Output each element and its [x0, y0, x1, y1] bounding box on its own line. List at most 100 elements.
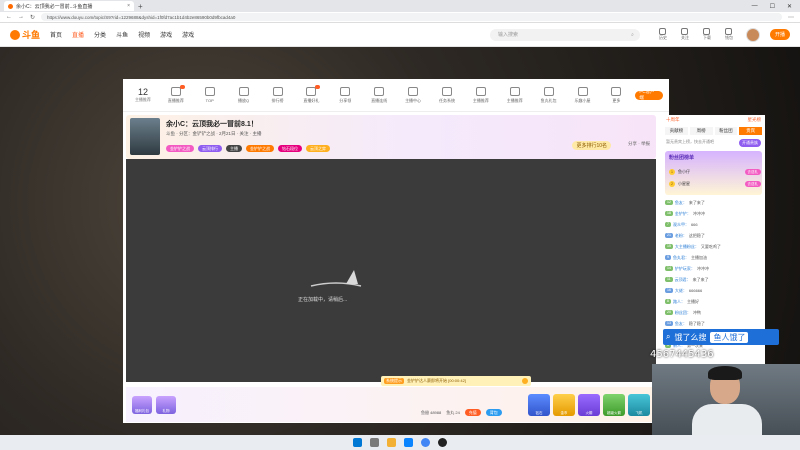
menu-icon[interactable]: ⋯: [788, 14, 794, 21]
tab-fans[interactable]: 粉丝团: [714, 127, 738, 135]
ad-search-overlay[interactable]: ⌕ 饿了么搜 鱼人饿了: [663, 329, 779, 345]
search-taskbar-icon[interactable]: [370, 438, 379, 447]
toolbar-item[interactable]: 主播推荐: [500, 86, 530, 104]
maximize-icon[interactable]: ☐: [770, 3, 775, 10]
room-tag[interactable]: 云顶之弈: [306, 145, 330, 152]
toolbar-item[interactable]: 鱼丸礼包: [534, 86, 564, 104]
refresh-icon[interactable]: ↻: [30, 14, 35, 21]
gift-badge[interactable]: 礼物: [156, 395, 176, 414]
user-level: 21: [665, 233, 673, 238]
open-live-button[interactable]: 开播: [769, 29, 790, 40]
close-window-icon[interactable]: ✕: [787, 3, 792, 10]
toolbar-item[interactable]: 播放Q: [229, 86, 259, 104]
welfare-badge[interactable]: 福利礼包: [132, 395, 152, 414]
toolbar-item[interactable]: 更多: [601, 86, 631, 104]
send-gift-button[interactable]: 去送礼: [744, 181, 761, 187]
video-player[interactable]: 正在加载中，请稍后...: [126, 159, 656, 382]
streamer-avatar[interactable]: [130, 118, 160, 155]
obs-icon[interactable]: [438, 438, 447, 447]
toolbar-item[interactable]: 直播连线: [364, 86, 394, 104]
toolbar-item[interactable]: 乐趣小屋: [568, 86, 598, 104]
url-field[interactable]: https://www.douyu.com/topic/S9?rid=12296…: [41, 13, 782, 21]
tab-weekly[interactable]: 周榜: [689, 127, 713, 135]
tab-vip[interactable]: 贵宾: [739, 127, 762, 135]
nav-douyu[interactable]: 斗鱼: [116, 30, 128, 39]
nav-live[interactable]: 直播: [72, 30, 84, 39]
user-level: 15: [665, 244, 673, 249]
share-report[interactable]: 分享 · 举报: [628, 141, 650, 147]
chat-user[interactable]: 云顶君：: [675, 277, 691, 283]
room-tag[interactable]: 金铲铲之战: [246, 145, 274, 152]
room-tag[interactable]: 主播: [226, 145, 242, 152]
chat-user[interactable]: 鱼丸君：: [673, 255, 689, 261]
backpack-button[interactable]: 背包: [485, 409, 502, 416]
gift-item[interactable]: 超级火箭: [603, 393, 625, 416]
nav-video[interactable]: 视频: [138, 30, 150, 39]
chat-user[interactable]: 路人：: [673, 299, 685, 305]
toolbar-item[interactable]: 任务系统: [432, 86, 462, 104]
tab-close-icon[interactable]: ×: [127, 3, 130, 9]
explorer-icon[interactable]: [387, 438, 396, 447]
nav-home[interactable]: 首页: [50, 30, 62, 39]
toolbar-item[interactable]: TOP: [195, 87, 225, 103]
room-tag[interactable]: 钻石段位: [278, 145, 302, 152]
chat-user[interactable]: 鱼友：: [675, 200, 687, 206]
pc-client-button[interactable]: PC客户端: [635, 89, 664, 100]
chat-user[interactable]: 大主播粉丝：: [675, 244, 699, 250]
user-avatar[interactable]: [745, 27, 760, 42]
chat-user[interactable]: 大佬：: [675, 288, 687, 294]
chat-text: 主播好: [686, 298, 699, 304]
site-search-input[interactable]: 输入搜索 ⌕: [489, 28, 640, 41]
chat-user[interactable]: 粉丝团：: [675, 310, 691, 316]
toolbar-item[interactable]: 主播中心: [398, 86, 428, 104]
open-noble-button[interactable]: 开通贵族: [739, 139, 761, 147]
follow-button[interactable]: 关注: [678, 28, 692, 41]
chrome-icon[interactable]: [421, 438, 430, 447]
history-button[interactable]: 历史: [656, 28, 670, 41]
tab-starlight[interactable]: 星光榜: [748, 117, 762, 123]
nav-game[interactable]: 游戏: [160, 30, 172, 39]
chat-user[interactable]: 鱼友：: [675, 321, 687, 327]
minimize-icon[interactable]: —: [752, 3, 758, 10]
chat-user[interactable]: 观众甲：: [673, 222, 689, 228]
tab-contribution[interactable]: 贡献榜: [665, 127, 688, 135]
download-button[interactable]: 下载: [700, 28, 714, 41]
start-icon[interactable]: [353, 438, 362, 447]
nav-category[interactable]: 分类: [94, 30, 106, 39]
new-tab-icon[interactable]: +: [138, 2, 143, 11]
room-tag[interactable]: 金铲铲之战: [166, 145, 194, 152]
send-gift-button[interactable]: 去送礼: [744, 169, 761, 175]
wallet-button[interactable]: 钱包: [722, 28, 736, 41]
gift-item[interactable]: 金币: [553, 393, 575, 416]
recommend-count[interactable]: 12 主播推荐: [129, 87, 157, 103]
search-icon[interactable]: ⌕: [631, 32, 634, 38]
search-placeholder: 输入搜索: [497, 32, 518, 38]
toolbar-item[interactable]: 主播推荐: [466, 86, 496, 104]
nav-more[interactable]: 游戏: [182, 30, 194, 39]
douyu-logo[interactable]: 斗鱼: [10, 28, 40, 41]
toolbar-item[interactable]: 直播推荐: [161, 84, 191, 104]
browser-tab[interactable]: 余小C：云顶我必一冒前..斗鱼直播 ×: [4, 1, 134, 11]
chat-user[interactable]: 金铲铲：: [675, 211, 691, 217]
notice-close-icon[interactable]: [522, 378, 528, 384]
chat-user[interactable]: 铲铲玩家：: [675, 266, 695, 272]
back-icon[interactable]: ←: [6, 14, 12, 20]
gift-item[interactable]: 钻石: [528, 393, 550, 416]
sidebar-subtabs: 贡献榜 周榜 粉丝团 贵宾: [662, 125, 765, 137]
rank-button[interactable]: 更多排行10名: [572, 141, 611, 150]
wallet-icon: [725, 28, 733, 35]
browser-window: 余小C：云顶我必一冒前..斗鱼直播 × + — ☐ ✕ ← → ↻ https:…: [0, 0, 800, 47]
recharge-button[interactable]: 充值: [464, 409, 481, 416]
chat-user[interactable]: 老粉：: [675, 233, 687, 239]
room-tag[interactable]: 云顶排行: [198, 145, 222, 152]
tab-anniversary[interactable]: 十周年: [666, 117, 680, 123]
edge-icon[interactable]: [404, 438, 413, 447]
gift-item[interactable]: 火箭: [578, 393, 600, 416]
forward-icon[interactable]: →: [18, 14, 24, 20]
toolbar-item-label: 直播好礼: [303, 97, 320, 103]
toolbar-item[interactable]: 分享领: [330, 86, 360, 104]
gift-item[interactable]: 飞机: [628, 393, 650, 416]
toolbar-item[interactable]: 排行榜: [263, 86, 293, 104]
toolbar-item[interactable]: 直播好礼: [296, 84, 326, 104]
history-label: 历史: [658, 35, 667, 40]
